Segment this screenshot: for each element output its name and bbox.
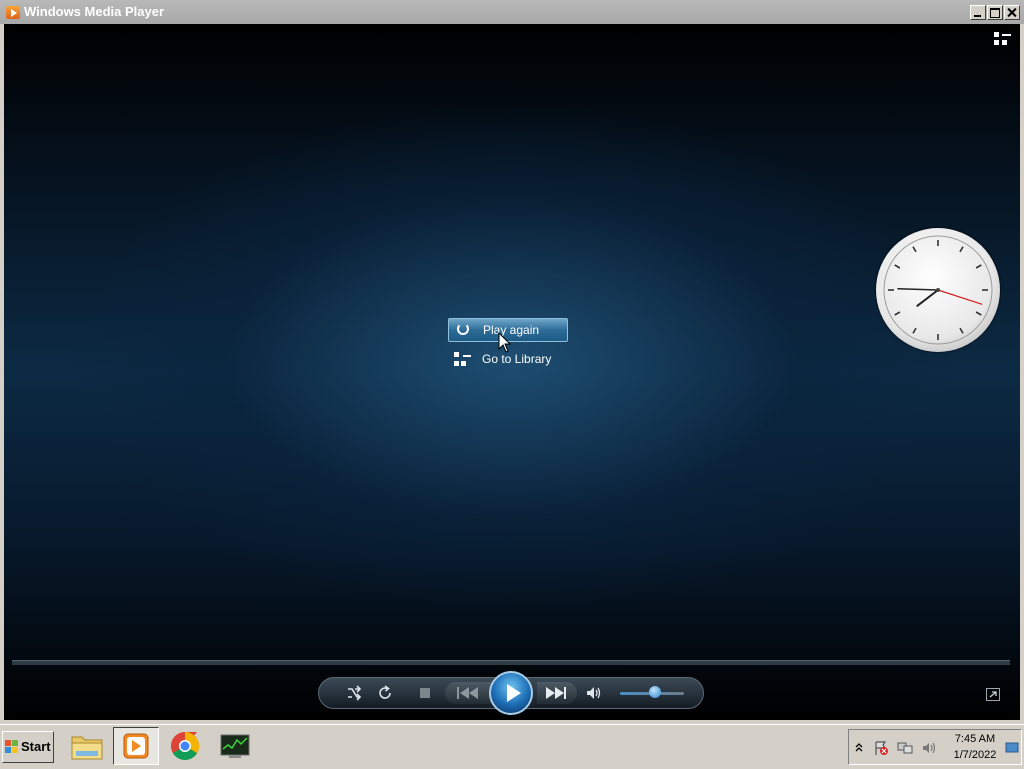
clock-tick <box>975 264 982 269</box>
next-icon <box>546 687 566 699</box>
start-button[interactable]: Start <box>2 731 54 763</box>
window-title: Windows Media Player <box>24 4 165 19</box>
chrome-icon <box>171 732 199 760</box>
second-hand <box>937 289 983 305</box>
clock-face <box>883 235 993 345</box>
taskbar-app-chrome[interactable] <box>162 727 208 765</box>
replay-icon <box>457 323 469 335</box>
taskbar: Start 7:45 AM 1/7/2022 <box>0 724 1024 769</box>
previous-icon <box>457 687 478 699</box>
minimize-button[interactable] <box>970 5 986 20</box>
stop-icon[interactable] <box>416 684 434 702</box>
title-bar[interactable]: Windows Media Player <box>0 0 1024 24</box>
seek-bar[interactable] <box>12 660 1010 665</box>
taskbar-app-file-explorer[interactable] <box>64 727 110 765</box>
start-label: Start <box>21 739 51 754</box>
hour-hand <box>916 289 939 307</box>
file-explorer-icon <box>71 736 103 760</box>
close-button[interactable] <box>1004 5 1020 20</box>
switch-to-full-screen-icon[interactable] <box>986 688 1000 701</box>
go-to-library-button[interactable]: Go to Library <box>452 350 582 372</box>
switch-to-library-icon[interactable] <box>994 32 1012 48</box>
clock-tick <box>975 311 982 316</box>
maximize-button[interactable] <box>987 5 1003 20</box>
window-controls <box>970 5 1020 20</box>
minute-hand <box>897 287 939 291</box>
previous-button[interactable] <box>445 682 491 704</box>
windows-media-player-icon <box>123 733 149 759</box>
volume-icon[interactable] <box>921 740 937 756</box>
notification-area: 7:45 AM 1/7/2022 <box>848 729 1022 765</box>
task-manager-icon <box>220 734 250 758</box>
show-hidden-icons-icon[interactable] <box>855 742 863 752</box>
windows-logo-icon <box>5 740 19 754</box>
clock-tick <box>894 311 901 316</box>
next-button[interactable] <box>537 682 577 704</box>
clock-gadget[interactable] <box>876 228 1000 352</box>
clock-tick <box>912 327 917 334</box>
media-player-icon <box>6 6 20 19</box>
clock-tick <box>894 264 901 269</box>
clock-tick <box>959 327 964 334</box>
tray-date[interactable]: 1/7/2022 <box>947 749 1003 761</box>
clock-tick <box>959 246 964 253</box>
media-player-window: Windows Media Player Play again Go to Li… <box>0 0 1024 724</box>
speaker-icon[interactable] <box>585 684 603 702</box>
action-center-flag-icon[interactable] <box>873 740 889 756</box>
show-desktop-icon[interactable] <box>1005 742 1019 754</box>
taskbar-app-task-manager[interactable] <box>212 727 258 765</box>
network-icon[interactable] <box>897 740 913 756</box>
clock-tick <box>912 246 917 253</box>
now-playing-area <box>4 24 1020 720</box>
library-icon <box>454 352 472 368</box>
taskbar-app-windows-media-player[interactable] <box>113 727 159 765</box>
repeat-icon[interactable] <box>376 684 394 702</box>
shuffle-icon[interactable] <box>345 684 363 702</box>
tray-time[interactable]: 7:45 AM <box>949 733 1001 745</box>
mouse-pointer-icon <box>498 332 512 353</box>
play-button[interactable] <box>489 671 533 715</box>
go-to-library-label: Go to Library <box>482 352 552 366</box>
